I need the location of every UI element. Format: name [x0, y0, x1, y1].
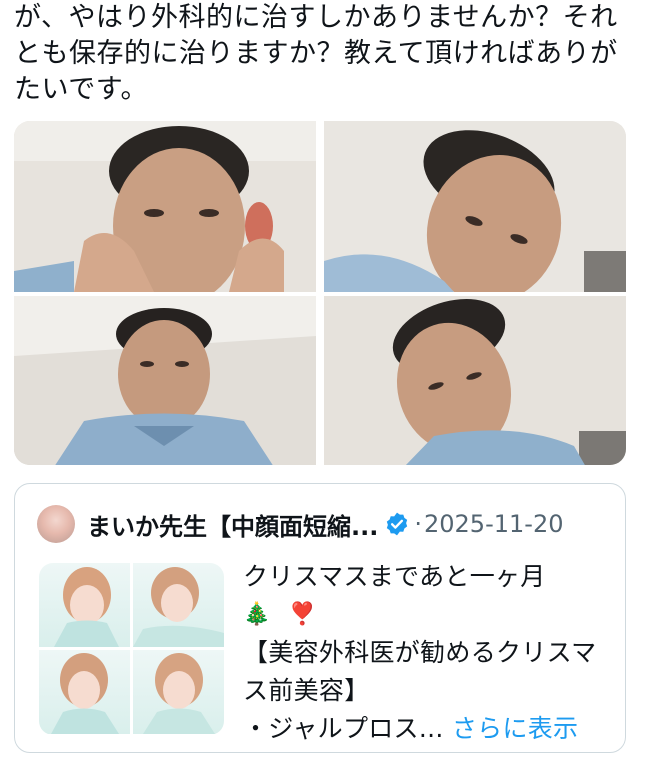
quoted-thumb-4: [133, 650, 224, 734]
quoted-emoji-row: 🎄 ❣️: [243, 596, 613, 634]
quoted-post-header: まいか先生【中顔面短縮... · 2025-11-20: [37, 504, 617, 544]
quoted-media-thumbnail[interactable]: [39, 563, 224, 735]
verified-badge-icon: [387, 512, 408, 536]
quoted-post-text: クリスマスまであと一ヶ月 🎄 ❣️ 【美容外科医が勧めるクリスマ ス前美容】 ・…: [243, 558, 613, 748]
quoted-line-3: 【美容外科医が勧めるクリスマ: [243, 638, 597, 667]
photo-2[interactable]: [324, 121, 626, 292]
photo-2-image: [324, 121, 626, 292]
quoted-line-5: ・ジャルプロス... さらに表示: [243, 710, 613, 748]
header-separator: ·: [414, 510, 422, 538]
quoted-thumb-3: [39, 650, 130, 734]
quoted-thumb-1: [39, 563, 130, 647]
quoted-line-4: ス前美容】: [243, 676, 370, 705]
quoted-post-card[interactable]: まいか先生【中顔面短縮... · 2025-11-20 クリスマスまであと一ヶ月…: [14, 483, 626, 753]
quoted-post-date[interactable]: 2025-11-20: [424, 510, 563, 538]
photo-1[interactable]: [14, 121, 316, 292]
photo-3-image: [14, 296, 316, 465]
media-grid[interactable]: [14, 121, 626, 465]
christmas-tree-icon: 🎄: [243, 602, 271, 627]
quoted-line-1: クリスマスまであと一ヶ月: [243, 562, 546, 591]
quoted-line-5-text: ・ジャルプロス...: [243, 714, 444, 743]
post-text: が、やはり外科的に治すしかありませんか？それとも保存的に治りますか？教えて頂けれ…: [14, 2, 618, 105]
quoted-author-avatar[interactable]: [37, 505, 75, 543]
photo-1-image: [14, 121, 316, 292]
photo-4[interactable]: [324, 296, 626, 465]
quoted-author-name[interactable]: まいか先生【中顔面短縮...: [87, 507, 378, 542]
photo-4-image: [324, 296, 626, 465]
show-more-link[interactable]: さらに表示: [452, 714, 579, 743]
heart-exclamation-icon: ❣️: [288, 602, 317, 627]
quoted-thumb-2: [133, 563, 224, 647]
photo-3[interactable]: [14, 296, 316, 465]
